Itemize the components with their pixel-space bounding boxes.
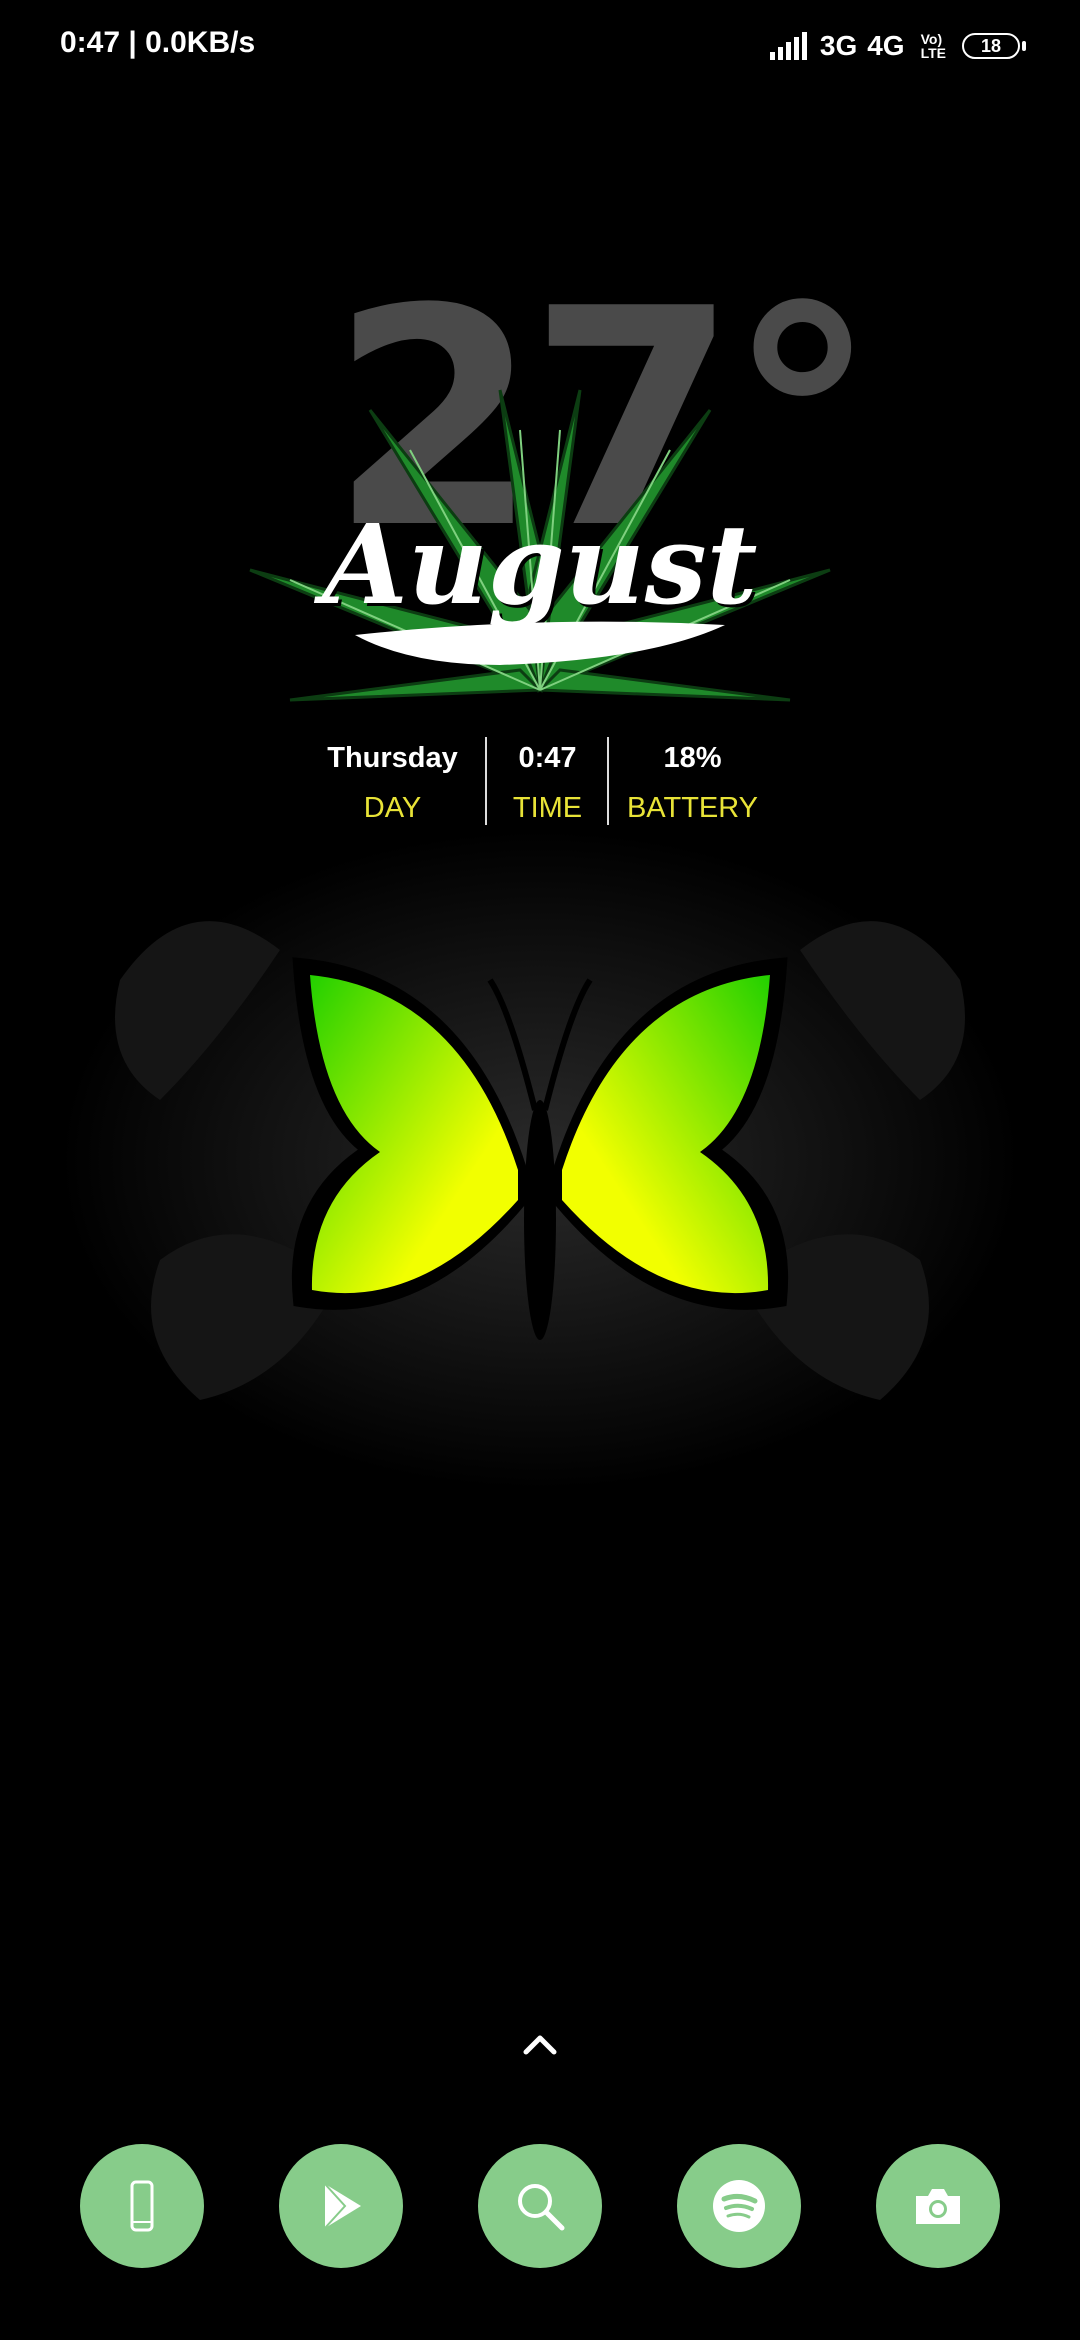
month-label[interactable]: August [0, 500, 1080, 629]
signal-icon [769, 32, 807, 60]
phone-icon [130, 2180, 154, 2232]
chevron-up-icon[interactable] [520, 2030, 560, 2060]
volte-bottom: LTE [920, 45, 946, 61]
camera-app-button[interactable] [876, 2144, 1000, 2268]
spotify-app-button[interactable] [677, 2144, 801, 2268]
battery-level: 18 [980, 35, 1002, 56]
status-bar: 0:47 | 0.0KB/s 3G 4G Vo) LTE 18 [0, 0, 1080, 96]
battery-value: 18% [663, 742, 722, 774]
spotify-icon [713, 2180, 765, 2232]
swash-decoration [355, 621, 725, 665]
volte-top: Vo) [920, 31, 943, 47]
network-4g-label: 4G [867, 30, 905, 61]
status-time-speed: 0:47 | 0.0KB/s [60, 26, 256, 59]
search-icon [518, 2184, 565, 2231]
play-store-app-button[interactable] [279, 2144, 403, 2268]
play-store-icon [324, 2183, 361, 2229]
day-value: Thursday [327, 742, 458, 774]
phone-app-button[interactable] [80, 2144, 204, 2268]
search-app-button[interactable] [478, 2144, 602, 2268]
camera-icon [916, 2189, 960, 2224]
network-3g-label: 3G [819, 30, 858, 61]
butterfly-wallpaper [60, 830, 1020, 1490]
battery-icon: 18 [962, 33, 1026, 59]
volte-icon: Vo) LTE [921, 32, 946, 60]
time-value: 0:47 [518, 742, 577, 774]
app-dock [0, 2144, 1080, 2268]
status-icons: 3G 4G Vo) LTE 18 [769, 26, 1026, 66]
